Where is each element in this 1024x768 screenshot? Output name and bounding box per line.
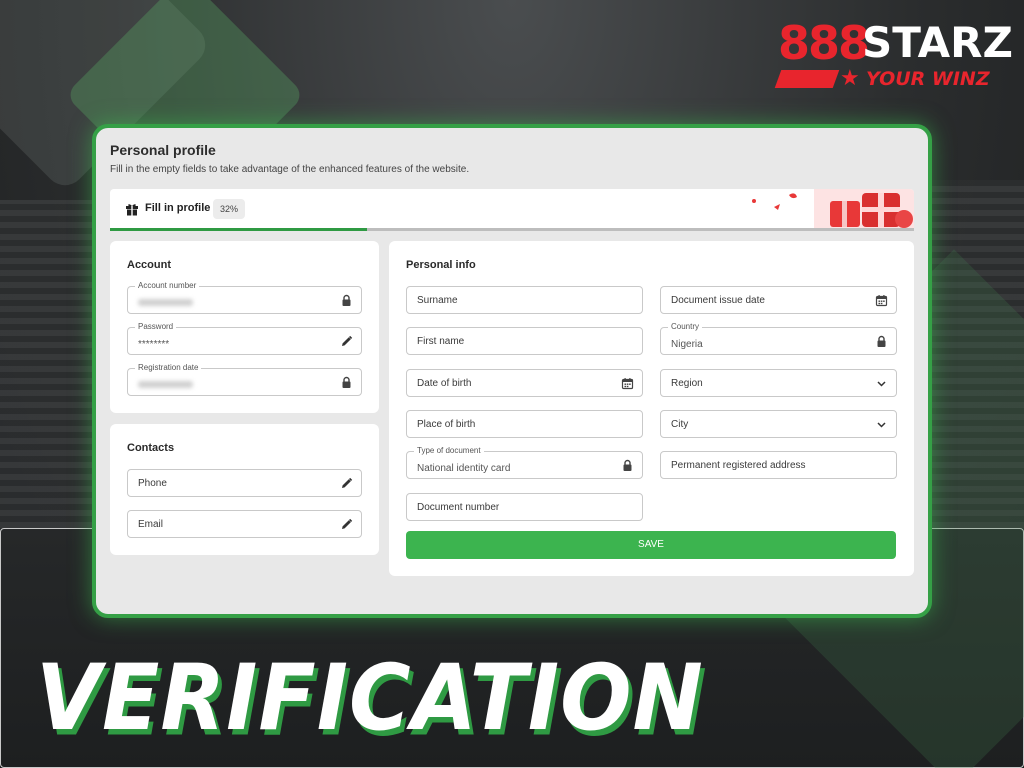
account-number-label: Account number [135, 281, 200, 291]
permanent-address-field[interactable]: Permanent registered address [660, 451, 897, 479]
logo-brand: STARZ [862, 18, 1013, 67]
registration-date-field[interactable]: Registration date [127, 363, 362, 396]
logo-star-icon: ★ [840, 65, 860, 90]
account-number-value-hidden [138, 299, 193, 306]
document-issue-date-field[interactable]: Document issue date [660, 286, 897, 314]
registration-date-label: Registration date [135, 363, 202, 373]
contacts-card: Contacts Phone Email [110, 424, 379, 555]
registration-date-value-hidden [138, 381, 193, 388]
page-subtitle: Fill in the empty fields to take advanta… [110, 164, 470, 175]
personal-info-title: Personal info [406, 259, 476, 271]
document-number-placeholder: Document number [417, 502, 500, 513]
lock-icon [875, 335, 888, 348]
place-of-birth-field[interactable]: Place of birth [406, 410, 643, 438]
region-select[interactable]: Region [660, 369, 897, 397]
city-select[interactable]: City [660, 410, 897, 438]
contacts-title: Contacts [127, 442, 175, 454]
type-of-document-field[interactable]: Type of document National identity card [406, 446, 643, 479]
account-number-field[interactable]: Account number [127, 281, 362, 314]
password-value: ******** [138, 339, 170, 350]
lock-icon [340, 376, 353, 389]
document-issue-date-placeholder: Document issue date [671, 295, 765, 306]
account-title: Account [127, 259, 171, 271]
personal-profile-window: Personal profile Fill in the empty field… [92, 124, 932, 618]
chevron-down-icon[interactable] [875, 418, 888, 431]
email-field[interactable]: Email [127, 510, 362, 538]
chevron-down-icon[interactable] [875, 377, 888, 390]
account-card: Account Account number Password ********… [110, 241, 379, 413]
logo-digits: 888 [778, 16, 870, 70]
country-field[interactable]: Country Nigeria [660, 322, 897, 355]
verification-banner-title: VERIFICATION [36, 644, 704, 751]
fill-progress-fill [110, 228, 368, 231]
country-value: Nigeria [671, 339, 703, 350]
save-button[interactable]: SAVE [406, 531, 896, 559]
brand-logo: 888 STARZ ★ YOUR WINZ [774, 16, 1013, 94]
type-of-document-label: Type of document [414, 446, 484, 456]
fill-profile-label: Fill in profile [145, 202, 211, 214]
bg-stand-left [0, 200, 100, 540]
fill-profile-bar[interactable]: Fill in profile 32% [110, 189, 914, 231]
region-placeholder: Region [671, 378, 703, 389]
pencil-icon[interactable] [340, 518, 353, 531]
password-field[interactable]: Password ******** [127, 322, 362, 355]
first-name-field[interactable]: First name [406, 327, 643, 355]
type-of-document-value: National identity card [417, 463, 511, 474]
calendar-icon[interactable] [875, 294, 888, 307]
password-label: Password [135, 322, 177, 332]
lock-icon [621, 459, 634, 472]
phone-field[interactable]: Phone [127, 469, 362, 497]
fill-percent-badge: 32% [213, 199, 246, 219]
pencil-icon[interactable] [340, 335, 353, 348]
country-label: Country [668, 322, 703, 332]
lock-icon [340, 294, 353, 307]
date-of-birth-field[interactable]: Date of birth [406, 369, 643, 397]
first-name-placeholder: First name [417, 336, 465, 347]
gift-decoration-icon [752, 189, 914, 231]
city-placeholder: City [671, 419, 689, 430]
gift-icon [125, 202, 139, 216]
document-number-field[interactable]: Document number [406, 493, 643, 521]
logo-bar [774, 70, 840, 88]
surname-field[interactable]: Surname [406, 286, 643, 314]
place-of-birth-placeholder: Place of birth [417, 419, 476, 430]
calendar-icon[interactable] [621, 377, 634, 390]
permanent-address-placeholder: Permanent registered address [671, 460, 806, 471]
phone-placeholder: Phone [138, 478, 167, 489]
email-placeholder: Email [138, 519, 164, 530]
pencil-icon[interactable] [340, 477, 353, 490]
personal-info-card: Personal info Surname First name Date of… [389, 241, 914, 576]
page-title: Personal profile [110, 142, 216, 158]
logo-slogan: YOUR WINZ [866, 68, 990, 90]
surname-placeholder: Surname [417, 295, 458, 306]
date-of-birth-placeholder: Date of birth [417, 378, 472, 389]
